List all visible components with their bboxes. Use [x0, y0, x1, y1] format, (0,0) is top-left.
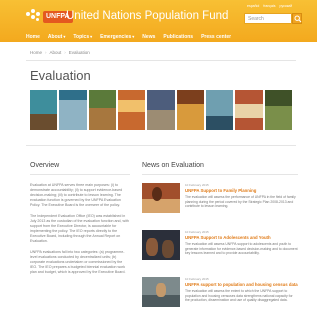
news-summary: The evaluation will assess the performan…	[185, 195, 296, 208]
site-header: UNFPA United Nations Population Fund esp…	[0, 0, 317, 42]
evaluation-report-covers	[30, 90, 292, 130]
report-cover[interactable]	[147, 90, 175, 130]
overview-paragraph: Evaluation at UNFPA serves three main pu…	[30, 183, 123, 207]
breadcrumb-link[interactable]: About	[50, 50, 62, 55]
nav-item-press-center[interactable]: Press center	[201, 34, 231, 40]
unfpa-logo-icon[interactable]: UNFPA	[26, 8, 73, 26]
language-link[interactable]: русский	[280, 4, 293, 8]
news-summary: The evaluation will assess UNFPA support…	[185, 242, 298, 255]
news-heading: News on Evaluation	[142, 162, 204, 169]
news-date: 10 February 2015	[185, 230, 209, 234]
chevron-down-icon: ▾	[90, 34, 93, 39]
report-cover[interactable]	[205, 90, 234, 130]
news-thumbnail[interactable]	[142, 277, 180, 307]
report-cover[interactable]	[235, 90, 263, 130]
main-nav: Home About ▾ Topics ▾ Emergencies ▾ News Pu…	[0, 31, 317, 42]
chevron-down-icon: ▾	[132, 34, 135, 39]
nav-item-emergencies[interactable]: Emergencies ▾	[100, 34, 134, 40]
divider	[26, 60, 296, 61]
news-summary: The evaluation will assess the extent to…	[185, 289, 293, 302]
report-cover[interactable]	[117, 90, 146, 130]
language-links: español français русский	[247, 4, 292, 8]
nav-item-home[interactable]: Home	[26, 34, 40, 40]
language-link[interactable]: français	[263, 4, 275, 8]
report-cover[interactable]	[59, 90, 87, 130]
nav-item-news[interactable]: News	[142, 34, 155, 40]
breadcrumb-link[interactable]: Home	[30, 50, 42, 55]
search-placeholder: Search	[248, 16, 264, 22]
nav-item-topics[interactable]: Topics ▾	[73, 34, 92, 40]
page: UNFPA United Nations Population Fund esp…	[0, 0, 317, 324]
breadcrumb-current: Evaluation	[68, 50, 90, 55]
news-title-link[interactable]: UNFPA Support to Family Planning	[185, 188, 298, 193]
search-input[interactable]: Search	[244, 13, 292, 24]
news-date: 10 February 2015	[185, 183, 209, 187]
news-item: 10 February 2015 UNFPA Support to Adoles…	[142, 230, 298, 274]
chevron-down-icon: ▾	[63, 34, 66, 39]
report-cover[interactable]	[176, 90, 204, 130]
report-cover[interactable]	[264, 90, 292, 130]
news-item: 10 February 2015 UNFPA Support to Family…	[142, 183, 298, 227]
overview-paragraph: UNFPA evaluations fall into two categori…	[30, 250, 126, 274]
page-title: Evaluation	[30, 68, 91, 83]
search-button[interactable]	[292, 13, 302, 24]
report-cover[interactable]	[30, 90, 58, 130]
nav-item-publications[interactable]: Publications	[163, 34, 193, 40]
news-title-link[interactable]: UNFPA support to population and housing …	[185, 282, 298, 287]
news-thumbnail[interactable]	[142, 183, 180, 213]
news-thumbnail[interactable]	[142, 230, 180, 260]
site-title[interactable]: United Nations Population Fund	[66, 10, 228, 22]
breadcrumb: Home › About › Evaluation	[30, 50, 90, 55]
search-icon	[294, 15, 302, 23]
report-cover[interactable]	[88, 90, 116, 130]
overview-paragraph: The Independent Evaluation Office (IEO) …	[30, 214, 129, 243]
overview-section: Overview Evaluation at UNFPA serves thre…	[30, 162, 130, 281]
divider	[26, 145, 296, 146]
news-date: 10 February 2015	[185, 277, 209, 281]
news-title-link[interactable]: UNFPA Support to Adolescents and Youth	[185, 235, 298, 240]
overview-heading: Overview	[30, 162, 60, 169]
nav-item-about[interactable]: About ▾	[48, 34, 65, 40]
news-section: News on Evaluation 10 February 2015 UNFP…	[142, 162, 298, 324]
news-item: 10 February 2015 UNFPA support to popula…	[142, 277, 298, 321]
language-link[interactable]: español	[247, 4, 259, 8]
